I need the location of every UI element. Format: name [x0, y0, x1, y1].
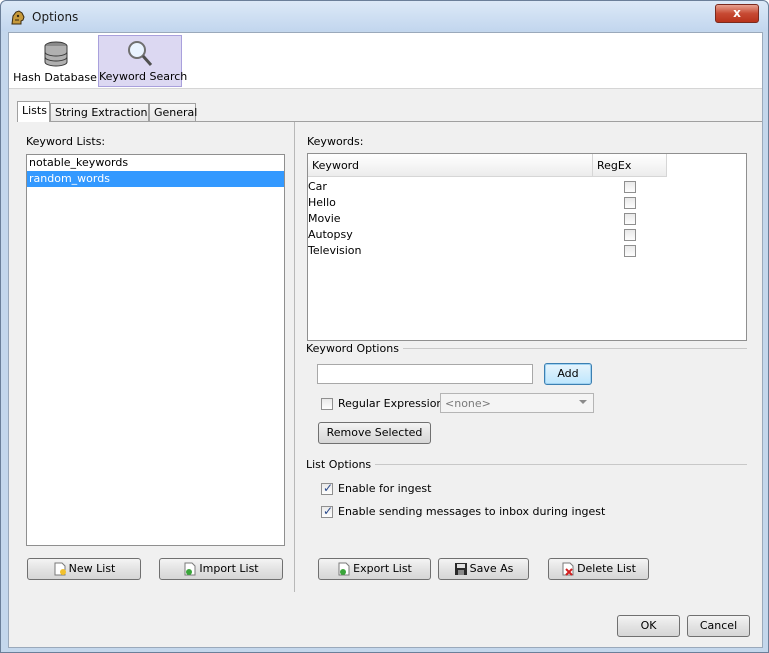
table-row[interactable]: Car [308, 179, 667, 195]
chevron-down-icon [579, 400, 587, 404]
enable-messages-label: Enable sending messages to inbox during … [338, 505, 606, 518]
table-row[interactable]: Television [308, 243, 667, 259]
cancel-label: Cancel [699, 619, 738, 632]
ok-button[interactable]: OK [617, 615, 680, 637]
import-list-button[interactable]: Import List [159, 558, 283, 580]
database-icon [44, 41, 68, 67]
keywords-table[interactable]: Keyword RegEx Car Hello Movie Autopsy Te… [307, 153, 747, 341]
tab-general-label: General [154, 106, 198, 119]
regex-checkbox[interactable] [624, 229, 636, 241]
keyword-search-category[interactable]: Keyword Search [98, 35, 188, 87]
keyword-cell: Television [308, 244, 362, 257]
lists-tab-panel: Keyword Lists: notable_keywords random_w… [17, 121, 762, 597]
ok-label: OK [640, 619, 657, 632]
regular-expression-label: Regular Expression [338, 397, 444, 410]
regex-type-combo[interactable]: <none> [440, 393, 594, 413]
import-icon [184, 562, 196, 576]
tab-lists-label: Lists [22, 104, 47, 117]
import-list-label: Import List [199, 562, 259, 575]
add-keyword-label: Add [557, 367, 579, 380]
table-row[interactable]: Hello [308, 195, 667, 211]
export-icon [338, 562, 350, 576]
tab-string-extraction[interactable]: String Extraction [50, 103, 149, 121]
delete-document-icon [562, 562, 574, 576]
keyword-cell: Movie [308, 212, 341, 225]
keyword-input[interactable] [317, 364, 533, 384]
title-bar[interactable]: Options x [1, 1, 768, 31]
table-row[interactable]: Autopsy [308, 227, 667, 243]
hash-database-category[interactable]: Hash Database [13, 35, 97, 87]
delete-list-label: Delete List [577, 562, 636, 575]
save-as-button[interactable]: Save As [438, 558, 529, 580]
panel-divider[interactable] [294, 122, 295, 592]
autopsy-dog-icon [11, 10, 25, 25]
regular-expression-checkbox[interactable] [321, 398, 333, 410]
tab-lists[interactable]: Lists [17, 101, 50, 122]
hash-database-label: Hash Database [13, 71, 97, 84]
regex-checkbox[interactable] [624, 181, 636, 193]
cancel-button[interactable]: Cancel [687, 615, 750, 637]
export-list-label: Export List [353, 562, 412, 575]
list-item[interactable]: notable_keywords [27, 155, 284, 171]
keyword-cell: Hello [308, 196, 336, 209]
magnifier-icon [128, 41, 153, 66]
keyword-lists-heading: Keyword Lists: [26, 135, 106, 148]
export-list-button[interactable]: Export List [318, 558, 431, 580]
enable-messages-checkbox[interactable] [321, 504, 333, 518]
new-document-icon [54, 562, 66, 576]
remove-selected-label: Remove Selected [326, 426, 423, 439]
tab-string-extraction-label: String Extraction [55, 106, 148, 119]
category-toolbar: Hash Database Keyword Search [9, 33, 762, 89]
keyword-options-title: Keyword Options [306, 342, 403, 355]
keyword-cell: Autopsy [308, 228, 353, 241]
keywords-heading: Keywords: [307, 135, 364, 148]
table-row[interactable]: Movie [308, 211, 667, 227]
client-area: Hash Database Keyword Search Lists Strin… [8, 32, 763, 648]
options-window: Options x Hash Database Keyword Search L… [0, 0, 769, 653]
list-options-section: List Options [306, 458, 747, 471]
keyword-cell: Car [308, 180, 327, 193]
keywords-table-header: Keyword RegEx [308, 154, 667, 177]
tab-general[interactable]: General [149, 103, 198, 121]
regex-checkbox[interactable] [624, 197, 636, 209]
keyword-options-section: Keyword Options [306, 342, 747, 355]
floppy-disk-icon [454, 563, 467, 575]
enable-ingest-checkbox[interactable] [321, 481, 333, 495]
close-icon: x [733, 6, 741, 20]
keyword-lists-listbox[interactable]: notable_keywords random_words [26, 154, 285, 546]
new-list-button[interactable]: New List [27, 558, 141, 580]
close-button[interactable]: x [715, 4, 759, 23]
column-header-regex[interactable]: RegEx [593, 154, 667, 177]
regex-checkbox[interactable] [624, 245, 636, 257]
regex-checkbox[interactable] [624, 213, 636, 225]
save-as-label: Save As [469, 562, 514, 575]
list-options-title: List Options [306, 458, 376, 471]
keyword-search-label: Keyword Search [99, 70, 188, 83]
window-title: Options [32, 10, 79, 24]
new-list-label: New List [68, 562, 116, 575]
column-header-keyword[interactable]: Keyword [308, 154, 593, 177]
regex-type-value: <none> [445, 397, 491, 410]
add-keyword-button[interactable]: Add [544, 363, 592, 385]
delete-list-button[interactable]: Delete List [548, 558, 649, 580]
enable-ingest-label: Enable for ingest [338, 482, 432, 495]
remove-selected-button[interactable]: Remove Selected [318, 422, 431, 444]
list-item-selected[interactable]: random_words [27, 171, 284, 187]
